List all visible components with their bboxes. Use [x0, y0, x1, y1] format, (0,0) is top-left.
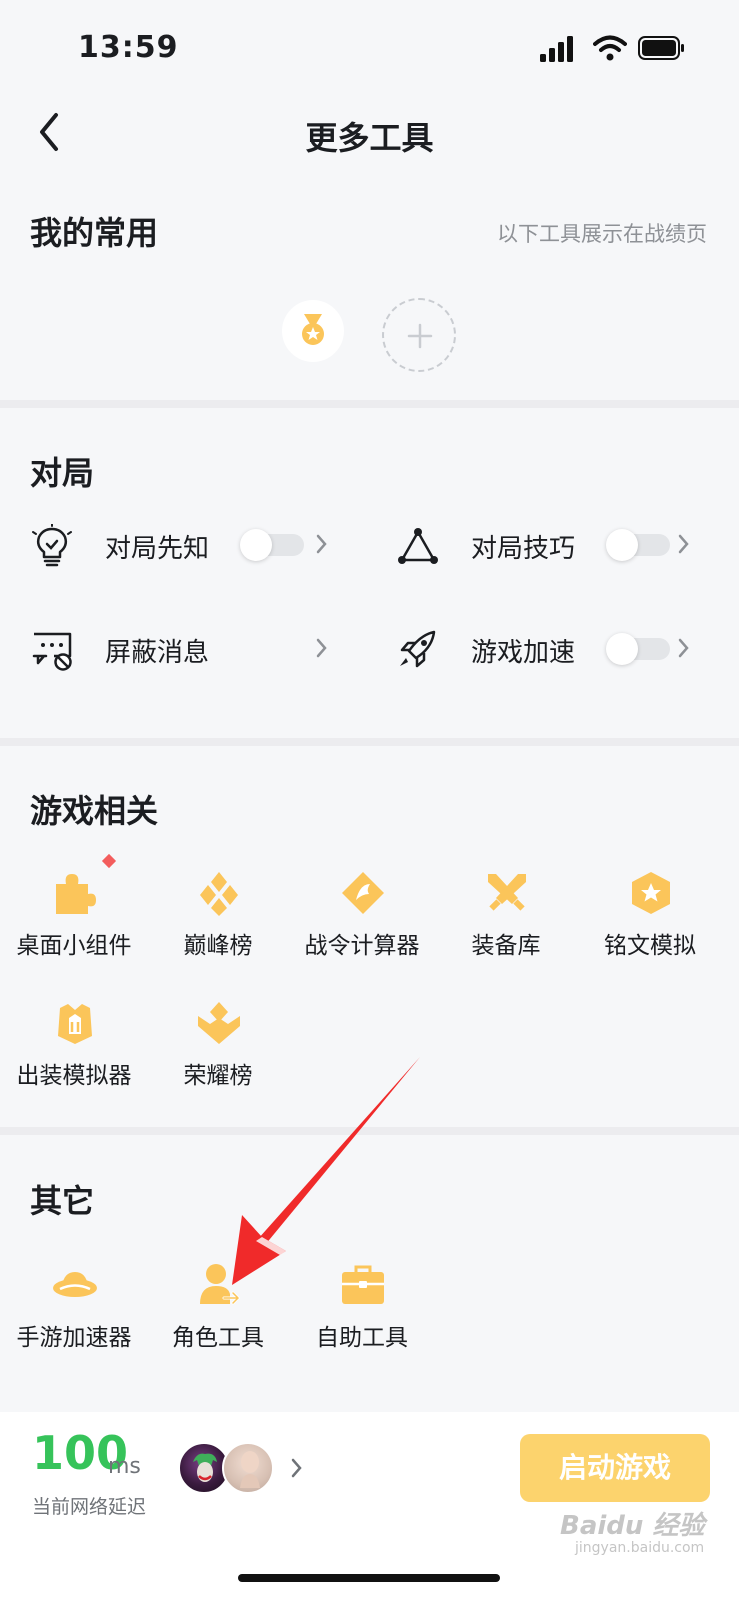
home-indicator[interactable]	[238, 1574, 500, 1582]
section-title-others: 其它	[30, 1182, 95, 1220]
tool-battle-pass-calc[interactable]: 战令计算器	[292, 870, 432, 980]
nav-header: 更多工具	[0, 95, 739, 175]
chevron-right-icon	[316, 638, 327, 658]
hexagon-star-icon	[632, 872, 670, 914]
match-item-block-messages[interactable]: 屏蔽消息	[30, 620, 340, 680]
section-divider	[0, 738, 739, 746]
toggle-knob	[240, 529, 272, 561]
watermark-brand: Baidu 经验	[560, 1511, 705, 1541]
favorite-medal-tool[interactable]	[282, 300, 344, 362]
tool-label: 装备库	[471, 933, 541, 959]
add-favorite-button[interactable]	[382, 298, 456, 372]
message-block-icon	[32, 632, 72, 671]
status-bar: 13:59	[0, 0, 739, 95]
tool-equipment-library[interactable]: 装备库	[436, 870, 576, 980]
section-title-game-related: 游戏相关	[30, 792, 159, 830]
wifi-icon	[593, 35, 627, 61]
match-item-game-boost[interactable]: 游戏加速	[396, 620, 706, 680]
game-boost-toggle[interactable]	[606, 633, 670, 665]
tool-desktop-widget[interactable]: 桌面小组件	[4, 853, 144, 980]
peak-badge-icon	[200, 872, 238, 916]
tool-label: 铭文模拟	[604, 933, 696, 959]
chevron-right-icon	[678, 638, 689, 658]
chevron-right-icon	[678, 534, 689, 554]
toggle-knob	[606, 633, 638, 665]
tool-build-simulator[interactable]: 出装模拟器	[4, 1000, 144, 1110]
section-title-match: 对局	[30, 454, 95, 492]
watermark-url: jingyan.baidu.com	[575, 1540, 705, 1556]
ufo-icon	[53, 1272, 97, 1297]
avatar[interactable]	[222, 1442, 274, 1494]
crossed-swords-icon	[488, 874, 526, 911]
battle-pass-icon	[342, 872, 384, 914]
launch-game-button[interactable]: 启动游戏	[520, 1434, 710, 1502]
lightbulb-icon	[32, 524, 72, 567]
match-item-label: 对局技巧	[471, 534, 576, 564]
tool-mobile-accelerator[interactable]: 手游加速器	[4, 1262, 144, 1372]
battery-icon	[638, 36, 684, 60]
tool-label: 角色工具	[172, 1325, 264, 1351]
chevron-right-icon	[316, 534, 327, 554]
avatar-character-icon	[193, 1453, 217, 1482]
tool-label: 出装模拟器	[16, 1063, 132, 1089]
honor-badge-icon	[198, 1002, 240, 1044]
annotation-arrow-icon	[232, 1057, 420, 1285]
tool-label: 手游加速器	[16, 1325, 132, 1351]
rocket-icon	[400, 630, 436, 668]
match-item-label: 游戏加速	[471, 638, 576, 668]
cellular-signal-icon	[540, 36, 573, 62]
latency-unit: ms	[108, 1454, 141, 1479]
match-preview-toggle[interactable]	[240, 529, 304, 561]
triangle-nodes-icon	[398, 528, 438, 564]
status-time: 13:59	[78, 30, 179, 65]
armor-icon	[58, 1004, 92, 1044]
tool-label: 桌面小组件	[16, 933, 132, 959]
match-item-label: 屏蔽消息	[105, 638, 210, 668]
match-item-preview[interactable]: 对局先知	[30, 516, 340, 576]
section-divider	[0, 400, 739, 408]
match-tips-toggle[interactable]	[606, 529, 670, 561]
tool-peak-ranking[interactable]: 巅峰榜	[148, 870, 288, 980]
favorites-note: 以下工具展示在战绩页	[497, 222, 707, 246]
medal-icon	[302, 314, 324, 345]
avatar-character-icon	[240, 1451, 260, 1488]
tool-label: 巅峰榜	[183, 933, 253, 959]
puzzle-icon	[56, 874, 96, 914]
page-title: 更多工具	[305, 119, 434, 157]
tool-inscription-sim[interactable]: 铭文模拟	[580, 870, 720, 980]
latency-label: 当前网络延迟	[32, 1496, 147, 1518]
tool-label: 自助工具	[316, 1325, 408, 1351]
tool-label: 战令计算器	[304, 933, 420, 959]
new-badge-dot	[101, 853, 117, 869]
section-title-favorites: 我的常用	[30, 214, 159, 252]
plus-icon	[407, 323, 433, 349]
match-item-tips[interactable]: 对局技巧	[396, 516, 706, 576]
toggle-knob	[606, 529, 638, 561]
chevron-right-icon[interactable]	[290, 1456, 304, 1480]
match-item-label: 对局先知	[105, 534, 210, 564]
